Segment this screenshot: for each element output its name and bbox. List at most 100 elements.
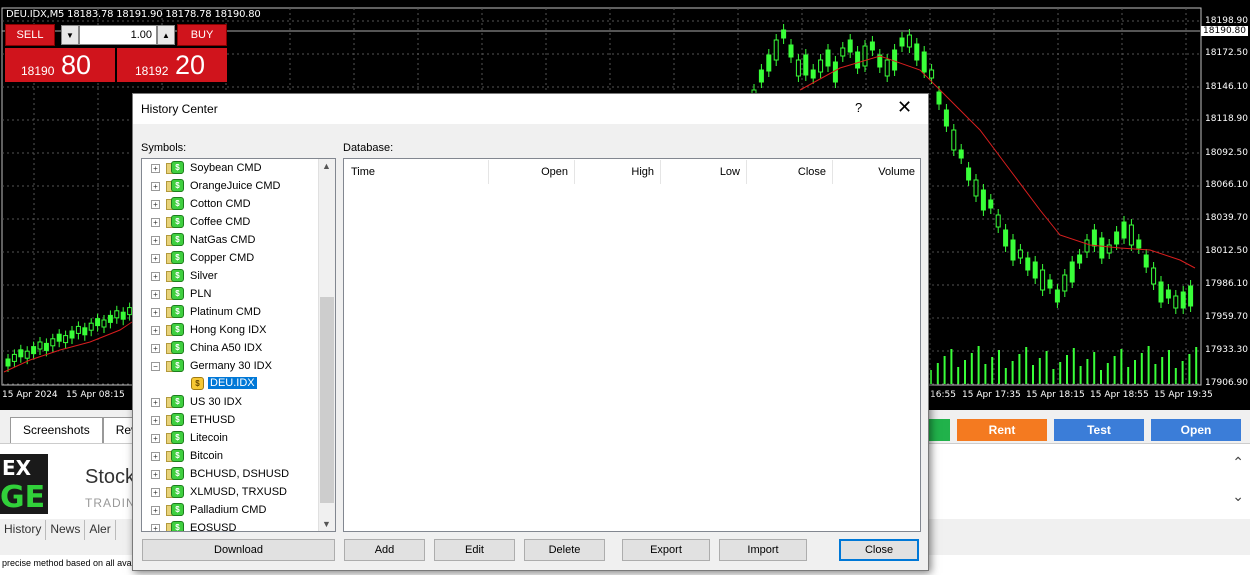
export-button[interactable]: Export (622, 539, 710, 561)
volume-bar (1011, 361, 1014, 384)
close-button[interactable]: Close (839, 539, 919, 561)
tree-item[interactable]: + $ Cotton CMD (142, 195, 318, 213)
tree-item[interactable]: + $ Copper CMD (142, 249, 318, 267)
candle-body (120, 311, 126, 320)
expand-icon[interactable]: + (151, 308, 160, 317)
expand-icon[interactable]: + (151, 488, 160, 497)
expand-icon[interactable]: + (151, 416, 160, 425)
tab-alerts[interactable]: Aler (85, 520, 116, 540)
expand-icon[interactable]: + (151, 182, 160, 191)
tree-item[interactable]: + $ US 30 IDX (142, 393, 318, 411)
terminal-tabs: History News Aler (0, 520, 116, 540)
candle-body (50, 338, 56, 347)
scrollbar-thumb[interactable] (320, 297, 334, 503)
open-button[interactable]: Open (1151, 419, 1241, 441)
import-button[interactable]: Import (719, 539, 807, 561)
buy-product-button[interactable] (928, 419, 950, 441)
candle-body (1017, 249, 1023, 259)
rent-button[interactable]: Rent (957, 419, 1047, 441)
buy-price-major: 18192 (135, 64, 169, 78)
buy-price[interactable]: 18192 20 (117, 48, 227, 82)
column-time[interactable]: Time (345, 160, 489, 184)
tree-item[interactable]: + $ China A50 IDX (142, 339, 318, 357)
tree-item[interactable]: + $ Bitcoin (142, 447, 318, 465)
logo-text-bottom: GE (0, 480, 46, 515)
tree-item[interactable]: + $ Soybean CMD (142, 159, 318, 177)
expand-icon[interactable]: + (151, 200, 160, 209)
dollar-icon: $ (171, 233, 184, 246)
delete-button[interactable]: Delete (524, 539, 605, 561)
tab-screenshots[interactable]: Screenshots (10, 417, 103, 443)
expand-icon[interactable]: + (151, 326, 160, 335)
scroll-up-icon[interactable]: ▲ (322, 161, 331, 171)
tree-item[interactable]: + $ Coffee CMD (142, 213, 318, 231)
collapse-icon[interactable]: − (151, 362, 160, 371)
sell-button[interactable]: SELL (5, 24, 55, 46)
candle-body (892, 49, 898, 71)
tree-item[interactable]: + $ Hong Kong IDX (142, 321, 318, 339)
scroll-down-icon[interactable]: ⌄ (1232, 488, 1244, 505)
tree-item[interactable]: $ DEU.IDX (142, 375, 318, 393)
expand-icon[interactable]: + (151, 236, 160, 245)
symbols-tree[interactable]: + $ EOSUSD + $ Palladium CMD + $ XLMUSD, TRXUSD +… (141, 158, 336, 532)
tree-item[interactable]: + $ PLN (142, 285, 318, 303)
tree-item[interactable]: + $ Palladium CMD (142, 501, 318, 519)
tree-item-label: US 30 IDX (190, 396, 242, 408)
column-open[interactable]: Open (489, 160, 575, 184)
expand-icon[interactable]: + (151, 290, 160, 299)
candle-body (810, 69, 816, 79)
expand-icon[interactable]: + (151, 506, 160, 515)
column-low[interactable]: Low (661, 160, 747, 184)
column-volume[interactable]: Volume (833, 160, 921, 184)
tab-history[interactable]: History (0, 520, 47, 540)
volume-bar (950, 349, 953, 384)
tree-scrollbar[interactable]: ▲ ▼ (318, 159, 335, 531)
dollar-icon: $ (171, 197, 184, 210)
tab-news[interactable]: News (46, 520, 86, 540)
dollar-icon: $ (171, 161, 184, 174)
expand-icon[interactable]: + (151, 344, 160, 353)
edit-button[interactable]: Edit (434, 539, 515, 561)
dollar-icon: $ (171, 449, 184, 462)
lot-decrease-button[interactable]: ▼ (61, 25, 79, 45)
sell-price[interactable]: 18190 80 (5, 48, 115, 82)
column-close[interactable]: Close (747, 160, 833, 184)
volume-bar (1113, 356, 1116, 384)
expand-icon[interactable]: + (151, 398, 160, 407)
close-icon[interactable]: ✕ (897, 97, 912, 118)
buy-button[interactable]: BUY (177, 24, 227, 46)
expand-icon[interactable]: + (151, 452, 160, 461)
lot-increase-button[interactable]: ▲ (157, 25, 175, 45)
dialog-titlebar[interactable]: History Center ? ✕ (133, 94, 928, 124)
database-table[interactable]: Time Open High Low Close Volume (343, 158, 921, 532)
expand-icon[interactable]: + (151, 272, 160, 281)
tree-item[interactable]: + $ Platinum CMD (142, 303, 318, 321)
lot-size-input[interactable]: 1.00 (79, 25, 157, 45)
scroll-up-icon[interactable]: ⌃ (1232, 454, 1244, 471)
tree-item[interactable]: − $ Germany 30 IDX (142, 357, 318, 375)
tree-item[interactable]: + $ XLMUSD, TRXUSD (142, 483, 318, 501)
expand-icon[interactable]: + (151, 524, 160, 531)
chevron-up-icon: ▲ (162, 30, 170, 40)
test-button[interactable]: Test (1054, 419, 1144, 441)
download-button[interactable]: Download (142, 539, 335, 561)
scroll-down-icon[interactable]: ▼ (322, 519, 331, 529)
tree-item[interactable]: + $ BCHUSD, DSHUSD (142, 465, 318, 483)
tree-item[interactable]: + $ ETHUSD (142, 411, 318, 429)
tree-item[interactable]: + $ Litecoin (142, 429, 318, 447)
column-high[interactable]: High (575, 160, 661, 184)
expand-icon[interactable]: + (151, 218, 160, 227)
help-icon[interactable]: ? (855, 100, 862, 115)
candle-body (788, 44, 794, 58)
expand-icon[interactable]: + (151, 470, 160, 479)
expand-icon[interactable]: + (151, 254, 160, 263)
tree-item[interactable]: + $ NatGas CMD (142, 231, 318, 249)
expand-icon[interactable]: + (151, 164, 160, 173)
tree-item[interactable]: + $ EOSUSD (142, 519, 318, 531)
expand-icon[interactable]: + (151, 434, 160, 443)
add-button[interactable]: Add (344, 539, 425, 561)
tree-item[interactable]: + $ Silver (142, 267, 318, 285)
price-tick-label: 17933.30 (1205, 345, 1248, 355)
price-tick-label: 18198.90 (1205, 16, 1248, 26)
tree-item[interactable]: + $ OrangeJuice CMD (142, 177, 318, 195)
